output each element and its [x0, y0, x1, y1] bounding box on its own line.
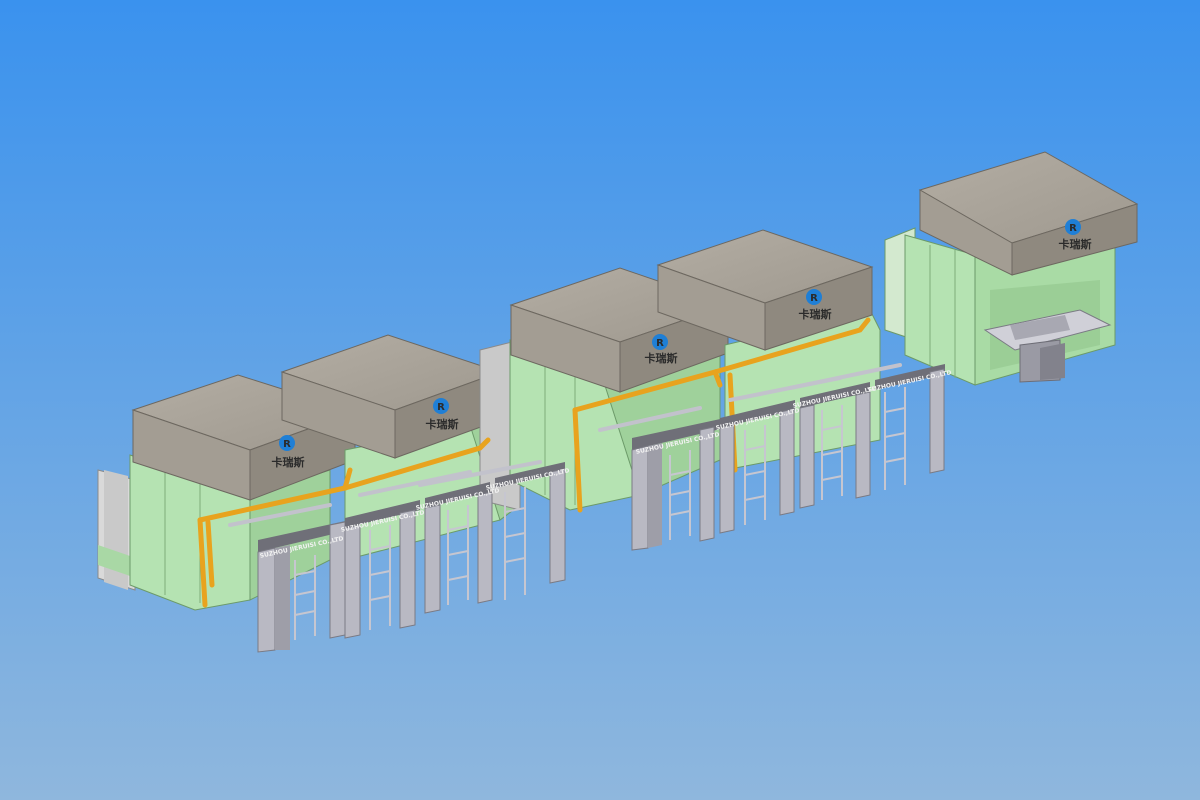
- svg-text:卡瑞斯: 卡瑞斯: [1059, 237, 1092, 251]
- svg-text:R: R: [810, 293, 818, 304]
- svg-text:R: R: [437, 402, 445, 413]
- logo-icon: R: [652, 334, 668, 350]
- logo-icon: R: [1065, 219, 1081, 235]
- logo-icon: R: [806, 289, 822, 305]
- svg-text:卡瑞斯: 卡瑞斯: [799, 307, 832, 321]
- svg-text:卡瑞斯: 卡瑞斯: [426, 417, 459, 431]
- svg-text:R: R: [656, 338, 664, 349]
- svg-text:R: R: [1069, 223, 1077, 234]
- press-line-render: R 卡瑞斯 R 卡瑞斯 R 卡瑞斯 R 卡瑞斯 R 卡瑞斯 SUZHOU JIE…: [0, 0, 1200, 800]
- svg-text:卡瑞斯: 卡瑞斯: [645, 351, 678, 365]
- logo-icon: R: [433, 398, 449, 414]
- logo-icon: R: [279, 435, 295, 451]
- svg-text:卡瑞斯: 卡瑞斯: [272, 455, 305, 469]
- svg-text:R: R: [283, 439, 291, 450]
